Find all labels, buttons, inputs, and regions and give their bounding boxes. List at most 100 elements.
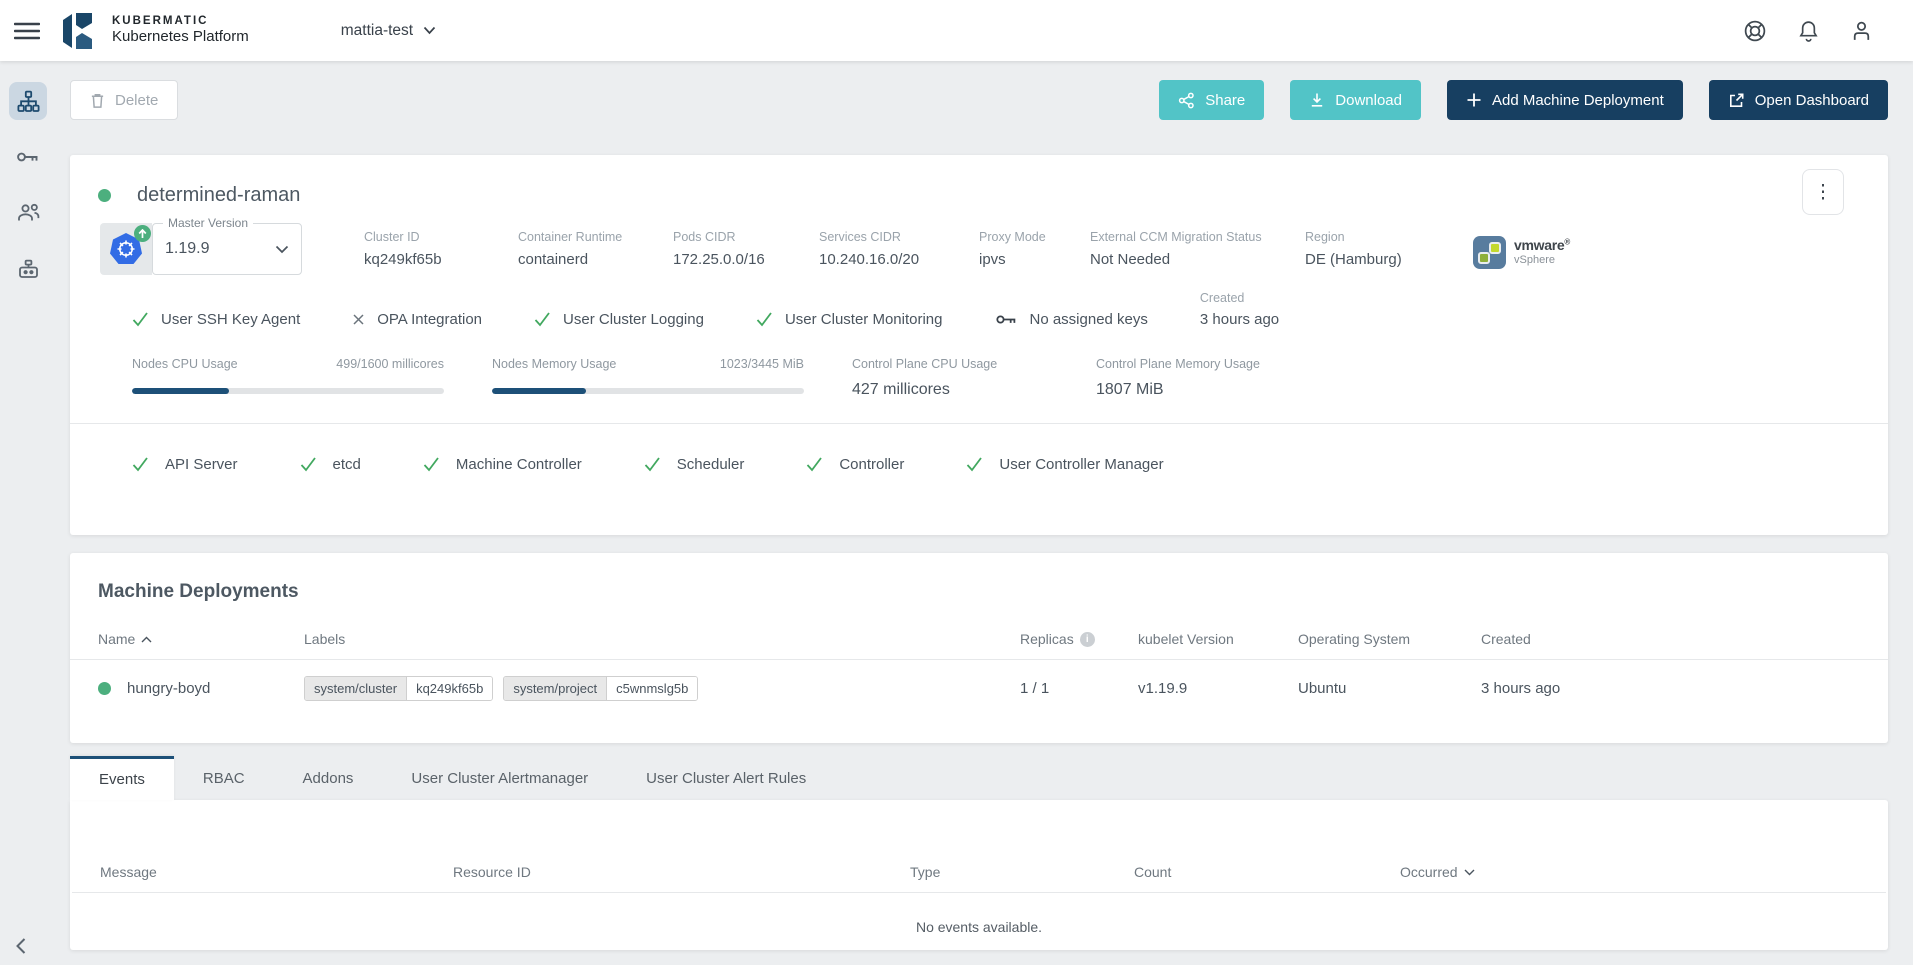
delete-button[interactable]: Delete (70, 80, 178, 120)
label-chip: system/project c5wnmslg5b (503, 676, 698, 701)
card-divider (70, 423, 1888, 424)
notifications-bell-icon[interactable] (1797, 19, 1820, 43)
vsphere-icon (1473, 236, 1506, 269)
tab-rbac[interactable]: RBAC (174, 756, 274, 800)
nodes-cpu-progress-bar (132, 388, 444, 394)
column-header-kubelet-version: kubelet Version (1138, 631, 1298, 647)
delete-button-label: Delete (115, 92, 158, 109)
column-header-resource-id: Resource ID (453, 864, 910, 880)
tab-addons[interactable]: Addons (274, 756, 383, 800)
more-vertical-icon: ⋮ (1814, 183, 1833, 202)
chevron-down-icon (423, 26, 436, 35)
metric-nodes-cpu: Nodes CPU Usage 499/1600 millicores (132, 357, 444, 399)
sort-asc-icon (141, 636, 152, 643)
master-version-label: Master Version (163, 216, 253, 230)
feature-opa-integration: OPA Integration (352, 311, 482, 328)
ssh-keys-status[interactable]: No assigned keys (995, 311, 1148, 328)
deployment-kubelet-version: v1.19.9 (1138, 680, 1298, 697)
share-icon (1178, 92, 1195, 109)
check-icon (132, 312, 149, 327)
check-icon (423, 457, 440, 472)
download-button-label: Download (1335, 92, 1402, 109)
tab-events[interactable]: Events (70, 756, 174, 800)
cluster-card: determined-raman ⋮ (70, 155, 1888, 535)
check-icon (644, 457, 661, 472)
machine-deployments-table-header: Name Labels Replicas i kubelet Version O… (98, 631, 1860, 647)
help-icon[interactable] (1743, 19, 1767, 43)
main-content: Delete Share Download (56, 61, 1913, 965)
cluster-more-options-button[interactable]: ⋮ (1802, 169, 1844, 215)
column-header-replicas: Replicas i (1020, 631, 1138, 647)
sidebar-item-service-accounts[interactable] (9, 250, 47, 288)
project-selector[interactable]: mattia-test (341, 22, 436, 40)
key-icon (16, 150, 40, 164)
cluster-toolbar: Delete Share Download (70, 77, 1888, 123)
master-version-select[interactable]: Master Version 1.19.9 (152, 223, 302, 275)
open-dashboard-label: Open Dashboard (1755, 92, 1869, 109)
provider-brand: vmware (1514, 237, 1564, 253)
events-table-header: Message Resource ID Type Count Occurred (100, 864, 1858, 880)
kubermatic-logo-icon (62, 10, 100, 52)
column-header-count: Count (1134, 864, 1400, 880)
check-icon (756, 312, 773, 327)
members-users-icon (16, 203, 41, 223)
sidebar-item-clusters[interactable] (9, 82, 47, 120)
deployment-replicas: 1 / 1 (1020, 680, 1138, 697)
column-header-occurred[interactable]: Occurred (1400, 864, 1858, 880)
column-header-labels: Labels (304, 631, 1020, 647)
cluster-created: Created 3 hours ago (1200, 291, 1279, 328)
share-button[interactable]: Share (1159, 80, 1264, 120)
health-machine-controller: Machine Controller (423, 456, 582, 473)
nodes-memory-progress-bar (492, 388, 804, 394)
deployment-name: hungry-boyd (127, 680, 210, 697)
replicas-info-icon[interactable]: i (1080, 632, 1095, 647)
user-account-icon[interactable] (1850, 19, 1873, 43)
info-ccm-migration: External CCM Migration Status Not Needed (1090, 230, 1271, 268)
deployment-labels: system/cluster kq249kf65b system/project… (304, 676, 1020, 701)
add-machine-deployment-label: Add Machine Deployment (1492, 92, 1664, 109)
sidebar-item-members[interactable] (9, 194, 47, 232)
feature-user-ssh-key-agent: User SSH Key Agent (132, 311, 300, 328)
brand-product: Kubernetes Platform (112, 28, 249, 47)
column-header-name[interactable]: Name (98, 631, 304, 647)
key-icon (995, 313, 1018, 326)
metric-control-plane-memory: Control Plane Memory Usage 1807 MiB (1096, 357, 1292, 399)
kubermatic-logo[interactable]: KUBERMATIC Kubernetes Platform (62, 10, 249, 52)
add-machine-deployment-button[interactable]: Add Machine Deployment (1447, 80, 1683, 120)
feature-user-cluster-monitoring: User Cluster Monitoring (756, 311, 943, 328)
column-header-created: Created (1481, 631, 1860, 647)
robot-icon (17, 259, 40, 280)
open-dashboard-button[interactable]: Open Dashboard (1709, 80, 1888, 120)
check-icon (966, 457, 983, 472)
tab-user-cluster-alert-rules[interactable]: User Cluster Alert Rules (617, 756, 835, 800)
deployment-operating-system: Ubuntu (1298, 680, 1481, 697)
download-button[interactable]: Download (1290, 80, 1421, 120)
machine-deployments-title: Machine Deployments (98, 581, 1860, 603)
health-user-controller-manager: User Controller Manager (966, 456, 1163, 473)
menu-icon[interactable] (14, 22, 40, 40)
tab-user-cluster-alertmanager[interactable]: User Cluster Alertmanager (382, 756, 617, 800)
provider-reg-mark: ® (1564, 238, 1570, 247)
machine-deployment-row[interactable]: hungry-boyd system/cluster kq249kf65b sy… (98, 660, 1860, 716)
deployment-status-dot (98, 682, 111, 695)
external-link-icon (1728, 92, 1745, 109)
metric-nodes-memory: Nodes Memory Usage 1023/3445 MiB (492, 357, 804, 399)
check-icon (534, 312, 551, 327)
label-chip: system/cluster kq249kf65b (304, 676, 493, 701)
cluster-info-columns: Cluster ID kq249kf65b Container Runtime … (364, 230, 1421, 268)
column-header-message: Message (100, 864, 453, 880)
health-etcd: etcd (300, 456, 361, 473)
info-proxy-mode: Proxy Mode ipvs (979, 230, 1056, 268)
cluster-status-dot (98, 189, 111, 202)
top-bar: KUBERMATIC Kubernetes Platform mattia-te… (0, 0, 1913, 61)
collapse-sidebar-icon[interactable] (14, 937, 28, 955)
upgrade-available-icon[interactable] (134, 225, 151, 242)
trash-icon (90, 92, 105, 109)
provider-vsphere: vmware® vSphere (1473, 236, 1570, 269)
sidebar-item-ssh-keys[interactable] (9, 138, 47, 176)
info-region: Region DE (Hamburg) (1305, 230, 1421, 268)
check-icon (806, 457, 823, 472)
health-controller: Controller (806, 456, 904, 473)
health-api-server: API Server (132, 456, 238, 473)
column-header-operating-system: Operating System (1298, 631, 1481, 647)
